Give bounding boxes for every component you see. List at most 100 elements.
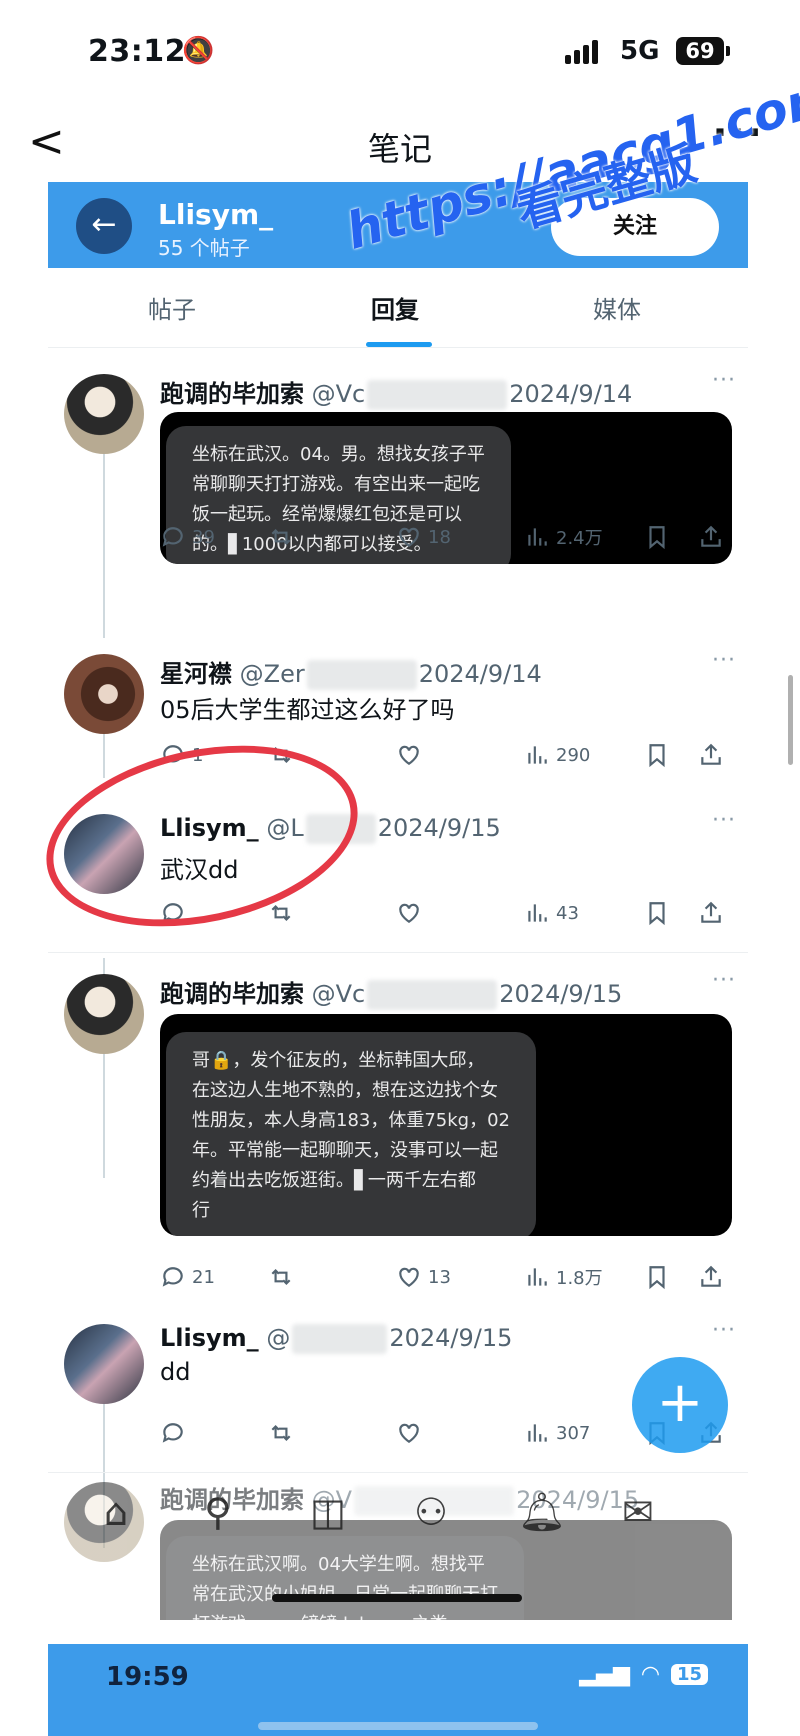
post-username[interactable]: Llisym_ (160, 1324, 259, 1352)
second-screenshot-status-bar: 19:59 ▂▄▆ ◠ 15 (48, 1644, 748, 1736)
post-header: 跑调的毕加索 @Vc 2024/9/14 (160, 374, 632, 410)
post-header: Llisym_ @2024/9/15 (160, 1324, 512, 1354)
status-time: 23:12 (88, 34, 186, 69)
share-button[interactable] (698, 742, 724, 768)
active-tab-indicator (366, 342, 432, 347)
bookmark-button[interactable] (644, 524, 670, 550)
bookmark-button[interactable] (644, 1264, 670, 1290)
post-more-button[interactable]: ··· (712, 808, 736, 833)
like-button[interactable]: 13 (396, 1264, 451, 1290)
post-image[interactable]: 哥🔒，发个征友的，坐标韩国大邱， 在这边人生地不熟的，想在这边找个女 性朋友，本… (160, 1014, 732, 1236)
post-handle[interactable]: @Zer (240, 660, 305, 688)
battery-icon: 15 (670, 1664, 708, 1685)
heart-icon (399, 1267, 419, 1287)
post-actions: 43 (160, 900, 740, 934)
post-text: dd (160, 1358, 191, 1386)
like-button[interactable] (396, 1420, 422, 1446)
compose-button[interactable]: + (632, 1357, 728, 1453)
post-handle[interactable]: @Vc (312, 980, 366, 1008)
redacted-handle (367, 980, 498, 1010)
reply-count: 39 (192, 526, 215, 548)
reply-post[interactable]: 跑调的毕加索 @Vc 2024/9/15 ··· 哥🔒，发个征友的，坐标韩国大邱，… (48, 968, 748, 1274)
bookmark-button[interactable] (644, 742, 670, 768)
share-icon (701, 743, 721, 765)
post-username[interactable]: 跑调的毕加索 (160, 980, 304, 1008)
tab-replies[interactable]: 回复 (371, 290, 419, 325)
views-button[interactable]: 1.8万 (524, 1264, 603, 1290)
views-button[interactable]: 43 (524, 900, 579, 926)
post-username[interactable]: 跑调的毕加索 (160, 380, 304, 408)
post-header: 跑调的毕加索 @Vc 2024/9/15 (160, 974, 622, 1010)
repost-icon (271, 746, 291, 764)
repost-button[interactable] (268, 524, 294, 550)
views-chart-icon (528, 1268, 547, 1286)
views-button[interactable]: 307 (524, 1420, 590, 1446)
reply-button[interactable]: 1 (160, 742, 203, 768)
post-text: 武汉dd (160, 856, 239, 884)
redacted-handle (367, 380, 508, 410)
post-more-button[interactable]: ··· (712, 968, 736, 993)
post-text: 05后大学生都过这么好了吗 (160, 696, 455, 724)
home-indicator (258, 1722, 538, 1730)
home-indicator (272, 1594, 522, 1602)
post-more-button[interactable]: ··· (712, 648, 736, 673)
grok-icon[interactable]: ◫ (310, 1490, 346, 1534)
view-count: 1.8万 (556, 1268, 603, 1289)
avatar[interactable] (64, 974, 144, 1054)
post-more-button[interactable]: ··· (712, 1318, 736, 1343)
post-username[interactable]: Llisym_ (160, 814, 259, 842)
post-more-button[interactable]: ··· (712, 368, 736, 393)
views-chart-icon (528, 1424, 547, 1442)
post-handle[interactable]: @L (266, 814, 303, 842)
profile-name: Llisym_ (158, 198, 274, 231)
bell-icon[interactable]: 🔔︎ (518, 1490, 566, 1535)
avatar[interactable] (64, 654, 144, 734)
reply-button[interactable] (160, 900, 186, 926)
arrow-left-icon[interactable]: ← (76, 198, 132, 254)
views-button[interactable]: 2.4万 (524, 524, 603, 550)
reply-button[interactable] (160, 1420, 186, 1446)
avatar[interactable] (64, 374, 144, 454)
reply-button[interactable]: 39 (160, 524, 215, 550)
share-button[interactable] (698, 1264, 724, 1290)
post-handle[interactable]: @Vc (312, 380, 366, 408)
share-icon (701, 1265, 721, 1287)
post-actions: 39 18 2.4万 (160, 524, 740, 558)
post-date: 2024/9/14 (509, 380, 633, 408)
repost-button[interactable] (268, 742, 294, 768)
share-button[interactable] (698, 900, 724, 926)
repost-button[interactable] (268, 900, 294, 926)
reply-count: 1 (192, 744, 204, 766)
tab-posts[interactable]: 帖子 (148, 290, 196, 325)
wifi-icon: ◠ (642, 1662, 659, 1687)
share-button[interactable] (698, 524, 724, 550)
heart-icon (399, 527, 419, 547)
like-button[interactable]: 18 (396, 524, 451, 550)
post-username[interactable]: 星河襟 (160, 660, 232, 688)
reply-icon (162, 903, 183, 923)
like-button[interactable] (396, 900, 422, 926)
avatar[interactable] (64, 1324, 144, 1404)
reply-button[interactable]: 21 (160, 1264, 215, 1290)
post-handle[interactable]: @ (266, 1324, 290, 1352)
repost-button[interactable] (268, 1420, 294, 1446)
communities-icon[interactable]: ⚇ (414, 1490, 448, 1534)
avatar[interactable] (64, 814, 144, 894)
post-actions: 1 290 (160, 742, 740, 776)
search-icon[interactable]: ⚲ (204, 1490, 232, 1534)
profile-tabs: 帖子 回复 媒体 (48, 268, 748, 348)
home-icon[interactable]: ⌂ (104, 1490, 128, 1534)
repost-icon (271, 1424, 291, 1442)
view-count: 307 (556, 1422, 591, 1444)
signal-icon (565, 38, 598, 64)
repost-button[interactable] (268, 1264, 294, 1290)
view-count: 290 (556, 744, 591, 766)
repost-icon (271, 1268, 291, 1286)
views-button[interactable]: 290 (524, 742, 590, 768)
signal-icon: ▂▄▆ (579, 1662, 631, 1687)
bookmark-button[interactable] (644, 900, 670, 926)
like-button[interactable] (396, 742, 422, 768)
post-date: 2024/9/14 (418, 660, 542, 688)
mail-icon[interactable]: ✉ (622, 1490, 654, 1534)
tab-media[interactable]: 媒体 (593, 290, 641, 325)
